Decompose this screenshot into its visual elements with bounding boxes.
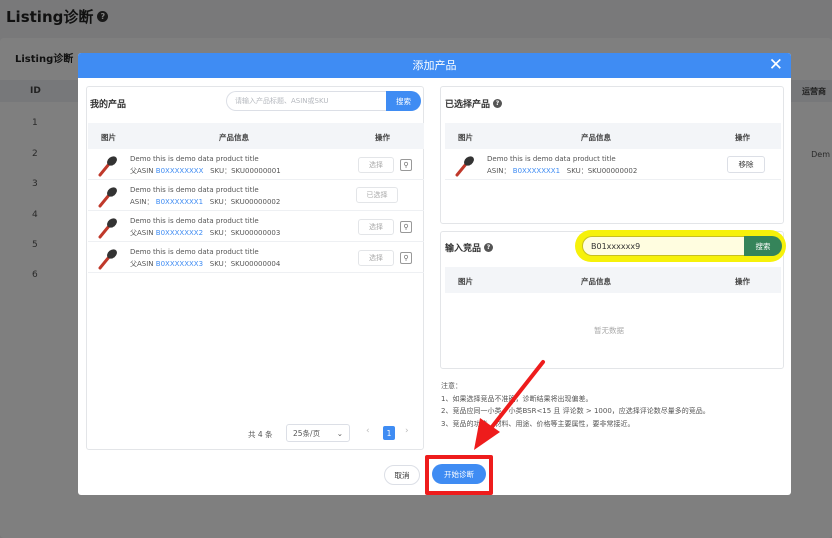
page-size-value: 25条/页 [293, 428, 321, 438]
select-button[interactable]: 选择 [358, 157, 394, 173]
note-line: 1、如果选择竞品不准确，诊断结果将出现偏差。 [441, 394, 593, 403]
asin-link[interactable]: B0XXXXXXX3 [156, 260, 203, 268]
competitor-search: 搜索 [582, 236, 782, 256]
start-diagnosis-button[interactable]: 开始诊断 [432, 464, 486, 484]
remove-button[interactable]: 移除 [727, 156, 765, 173]
table-row: Demo this is demo data product title 父AS… [88, 243, 424, 273]
help-icon[interactable]: ? [484, 243, 494, 252]
product-title: Demo this is demo data product title [130, 155, 259, 163]
selected-button[interactable]: 已选择 [356, 187, 398, 203]
selected-products-title: 已选择产品 ? [445, 97, 503, 110]
close-icon[interactable]: ✕ [769, 56, 783, 74]
asin-link[interactable]: B0XXXXXXX2 [156, 229, 203, 237]
selected-table-header: 图片 产品信息 操作 [445, 123, 781, 149]
modal-title: 添加产品 [412, 59, 457, 72]
cancel-button[interactable]: 取消 [384, 465, 420, 485]
empty-state: 暂无数据 [594, 326, 624, 335]
my-products-table-header: 图片 产品信息 操作 [88, 123, 424, 149]
col-image: 图片 [458, 277, 473, 286]
select-button[interactable]: 选择 [358, 250, 394, 266]
asin-link[interactable]: B0XXXXXXX1 [513, 167, 560, 175]
col-image: 图片 [101, 133, 116, 142]
help-icon[interactable]: ? [493, 99, 503, 108]
prev-page-icon[interactable]: ‹ [366, 426, 370, 436]
col-info: 产品信息 [581, 133, 611, 142]
brush-product-image [98, 156, 117, 177]
col-info: 产品信息 [219, 133, 249, 142]
brush-product-image [98, 218, 117, 239]
product-meta: 父ASIN B0XXXXXXX3 SKU：SKU00000004 [130, 260, 281, 268]
col-info: 产品信息 [581, 277, 611, 286]
add-product-modal: 添加产品 ✕ 我的产品 搜索 图片 产品信息 操作 Demo this is d… [78, 53, 791, 495]
table-row: Demo this is demo data product title 父AS… [88, 212, 424, 242]
table-row: Demo this is demo data product title ASI… [445, 150, 781, 180]
product-meta: 父ASIN B0XXXXXXXX SKU：SKU00000001 [130, 167, 281, 175]
my-products-panel: 我的产品 搜索 图片 产品信息 操作 Demo this is demo dat… [86, 86, 424, 450]
product-title: Demo this is demo data product title [487, 155, 616, 163]
note-line: 3、竞品的功能、材料、用途、价格等主要属性，要非常接近。 [441, 419, 635, 428]
chevron-down-icon: ⌄ [336, 428, 343, 438]
col-image: 图片 [458, 133, 473, 142]
brush-product-image [98, 249, 117, 270]
product-meta: 父ASIN B0XXXXXXX2 SKU：SKU00000003 [130, 229, 281, 237]
asin-link[interactable]: B0XXXXXXXX [156, 167, 204, 175]
product-title: Demo this is demo data product title [130, 217, 259, 225]
competitor-asin-input[interactable] [582, 236, 744, 256]
product-search-button[interactable]: 搜索 [386, 91, 421, 111]
competitor-search-button[interactable]: 搜索 [744, 236, 782, 256]
my-products-title: 我的产品 [90, 100, 127, 110]
product-search-input[interactable] [226, 91, 386, 111]
select-button[interactable]: 选择 [358, 219, 394, 235]
variant-tree-icon[interactable]: ⚲ [400, 221, 412, 233]
notes: 注意： 1、如果选择竞品不准确，诊断结果将出现偏差。 2、竞品应同一小类，小类B… [441, 380, 710, 430]
brush-product-image [98, 187, 117, 208]
col-ops: 操作 [375, 133, 390, 142]
table-row: Demo this is demo data product title ASI… [88, 181, 424, 211]
variant-tree-icon[interactable]: ⚲ [400, 159, 412, 171]
competitor-title: 输入竞品 ? [445, 241, 494, 254]
product-meta: ASIN： B0XXXXXXX1 SKU：SKU00000002 [130, 198, 281, 206]
modal-header: 添加产品 ✕ [78, 53, 791, 78]
page-size-select[interactable]: 25条/页 ⌄ [286, 424, 350, 442]
note-line: 2、竞品应同一小类，小类BSR<15 且 评论数 > 1000，应选择评论数尽量… [441, 407, 710, 415]
notes-heading: 注意： [441, 382, 462, 390]
col-ops: 操作 [735, 133, 750, 142]
page-number-current[interactable]: 1 [383, 426, 395, 440]
competitor-table-header: 图片 产品信息 操作 [445, 267, 781, 293]
product-meta: ASIN： B0XXXXXXX1 SKU：SKU00000002 [487, 167, 638, 175]
next-page-icon[interactable]: › [405, 426, 409, 436]
table-row: Demo this is demo data product title 父AS… [88, 150, 424, 180]
brush-product-image [455, 156, 474, 177]
product-title: Demo this is demo data product title [130, 186, 259, 194]
col-ops: 操作 [735, 277, 750, 286]
pager-total: 共 4 条 [248, 430, 273, 439]
variant-tree-icon[interactable]: ⚲ [400, 252, 412, 264]
asin-link[interactable]: B0XXXXXXX1 [156, 198, 203, 206]
product-search: 搜索 [226, 91, 421, 111]
selected-products-panel: 已选择产品 ? 图片 产品信息 操作 Demo this is demo dat… [440, 86, 784, 224]
product-title: Demo this is demo data product title [130, 248, 259, 256]
